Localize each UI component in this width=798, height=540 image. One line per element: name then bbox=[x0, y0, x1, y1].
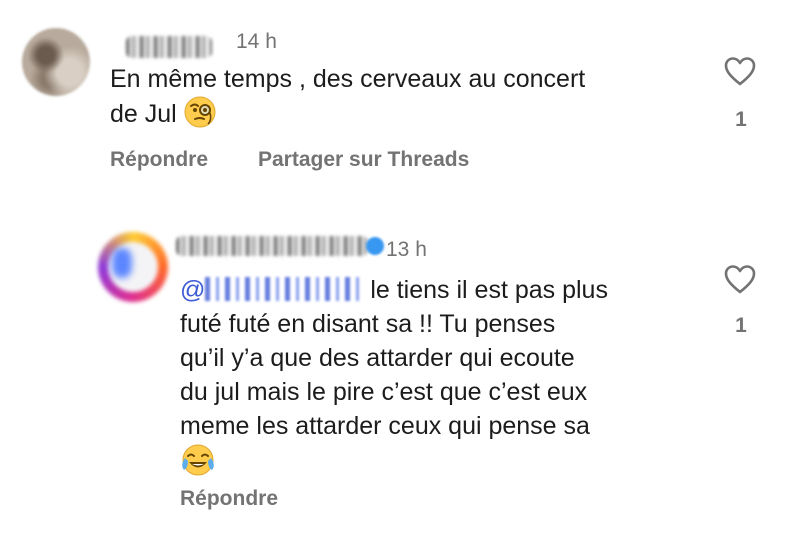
comment-text: @ le tiens il est pas plus futé futé en … bbox=[180, 273, 700, 488]
comment-timestamp: 14 h bbox=[236, 30, 277, 53]
comment-text-line: En même temps , des cerveaux au concert bbox=[110, 65, 586, 93]
mention-at-symbol: @ bbox=[180, 276, 206, 304]
mention-redacted bbox=[205, 277, 364, 301]
heart-icon[interactable] bbox=[723, 55, 757, 87]
like-count: 1 bbox=[735, 108, 747, 131]
comment-text-line: futé futé en disant sa !! Tu penses bbox=[180, 310, 556, 338]
comment-text-line: qu’il y’a que des attarder qui ecoute bbox=[180, 344, 575, 372]
comment-text-line: le tiens il est pas plus bbox=[363, 276, 608, 304]
comment-text-line: meme les attarder ceux qui pense sa bbox=[180, 412, 590, 440]
comment-text-line: de Jul bbox=[110, 100, 177, 128]
verified-badge-icon bbox=[366, 237, 384, 255]
share-on-threads-button[interactable]: Partager sur Threads bbox=[258, 148, 469, 172]
username-redacted[interactable] bbox=[126, 36, 212, 58]
avatar[interactable] bbox=[98, 232, 168, 302]
heart-icon[interactable] bbox=[723, 263, 757, 295]
comment-text-line: du jul mais le pire c’est que c’est eux bbox=[180, 378, 588, 406]
reply-button[interactable]: Répondre bbox=[180, 487, 278, 511]
face-with-monocle-icon bbox=[184, 96, 216, 137]
avatar[interactable] bbox=[22, 28, 90, 96]
like-count: 1 bbox=[735, 314, 747, 337]
face-with-tears-of-joy-icon bbox=[180, 443, 216, 488]
comment-timestamp: 13 h bbox=[386, 238, 427, 261]
mention-link[interactable]: @ bbox=[180, 276, 364, 304]
reply-button[interactable]: Répondre bbox=[110, 148, 208, 172]
comment-text: En même temps , des cerveaux au concert … bbox=[110, 62, 710, 137]
username-redacted[interactable] bbox=[176, 236, 368, 256]
